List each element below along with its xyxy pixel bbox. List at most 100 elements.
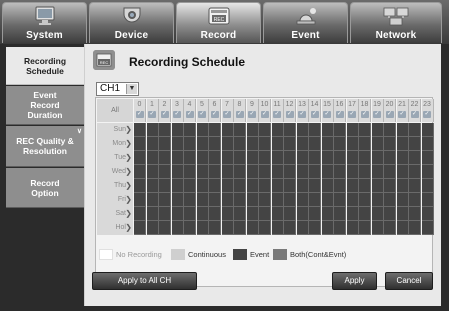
- schedule-cell[interactable]: [321, 165, 334, 179]
- schedule-cell[interactable]: [409, 137, 421, 151]
- schedule-cell[interactable]: [234, 193, 246, 207]
- schedule-cell[interactable]: [159, 179, 171, 193]
- schedule-cell[interactable]: [346, 193, 359, 207]
- schedule-cell[interactable]: [159, 221, 171, 235]
- schedule-cell[interactable]: [371, 179, 384, 193]
- schedule-cell[interactable]: [321, 207, 334, 221]
- hour-header[interactable]: 6 ✓: [209, 99, 221, 122]
- schedule-cell[interactable]: [171, 137, 184, 151]
- hour-header[interactable]: 13 ✓: [296, 99, 309, 122]
- schedule-cell[interactable]: [409, 193, 421, 207]
- schedule-cell[interactable]: [296, 179, 309, 193]
- schedule-cell[interactable]: [396, 137, 409, 151]
- schedule-cell[interactable]: [346, 151, 359, 165]
- tab-system[interactable]: System: [2, 2, 87, 43]
- schedule-cell[interactable]: [159, 137, 171, 151]
- schedule-cell[interactable]: [159, 123, 171, 137]
- schedule-cell[interactable]: [384, 207, 396, 221]
- schedule-cell[interactable]: [421, 137, 434, 151]
- schedule-cell[interactable]: [409, 151, 421, 165]
- schedule-cell[interactable]: [359, 151, 371, 165]
- schedule-cell[interactable]: [296, 151, 309, 165]
- schedule-cell[interactable]: [221, 137, 234, 151]
- schedule-cell[interactable]: [221, 179, 234, 193]
- schedule-cell[interactable]: [221, 221, 234, 235]
- schedule-cell[interactable]: [409, 165, 421, 179]
- hour-header[interactable]: 3 ✓: [171, 99, 184, 122]
- schedule-cell[interactable]: [346, 207, 359, 221]
- select-all-cell[interactable]: All: [97, 99, 133, 122]
- hour-header[interactable]: 16 ✓: [334, 99, 346, 122]
- schedule-cell[interactable]: [246, 137, 259, 151]
- hour-header[interactable]: 12 ✓: [284, 99, 296, 122]
- schedule-cell[interactable]: [334, 165, 346, 179]
- schedule-cell[interactable]: [371, 165, 384, 179]
- hour-header[interactable]: 1 ✓: [146, 99, 159, 122]
- hour-header[interactable]: 21 ✓: [396, 99, 409, 122]
- schedule-cell[interactable]: [309, 193, 321, 207]
- schedule-cell[interactable]: [359, 137, 371, 151]
- schedule-cell[interactable]: [396, 193, 409, 207]
- schedule-cell[interactable]: [371, 123, 384, 137]
- schedule-cell[interactable]: [171, 179, 184, 193]
- schedule-cell[interactable]: [146, 123, 159, 137]
- day-label[interactable]: Wed ❯: [97, 165, 133, 179]
- schedule-cell[interactable]: [259, 221, 271, 235]
- schedule-cell[interactable]: [284, 165, 296, 179]
- schedule-cell[interactable]: [234, 137, 246, 151]
- schedule-cell[interactable]: [296, 137, 309, 151]
- schedule-cell[interactable]: [359, 221, 371, 235]
- schedule-cell[interactable]: [334, 221, 346, 235]
- schedule-cell[interactable]: [171, 151, 184, 165]
- schedule-cell[interactable]: [259, 165, 271, 179]
- schedule-cell[interactable]: [184, 179, 196, 193]
- schedule-cell[interactable]: [421, 193, 434, 207]
- schedule-cell[interactable]: [259, 207, 271, 221]
- day-label[interactable]: Fri ❯: [97, 193, 133, 207]
- schedule-cell[interactable]: [321, 137, 334, 151]
- schedule-cell[interactable]: [221, 193, 234, 207]
- schedule-cell[interactable]: [346, 179, 359, 193]
- schedule-cell[interactable]: [359, 179, 371, 193]
- schedule-cell[interactable]: [284, 123, 296, 137]
- schedule-cell[interactable]: [146, 207, 159, 221]
- schedule-cell[interactable]: [359, 123, 371, 137]
- schedule-cell[interactable]: [296, 207, 309, 221]
- schedule-cell[interactable]: [296, 165, 309, 179]
- schedule-cell[interactable]: [234, 179, 246, 193]
- day-label[interactable]: Sat ❯: [97, 207, 133, 221]
- schedule-cell[interactable]: [384, 221, 396, 235]
- schedule-cell[interactable]: [196, 193, 209, 207]
- schedule-cell[interactable]: [234, 165, 246, 179]
- schedule-cell[interactable]: [159, 165, 171, 179]
- schedule-cell[interactable]: [309, 123, 321, 137]
- schedule-cell[interactable]: [384, 137, 396, 151]
- schedule-cell[interactable]: [409, 207, 421, 221]
- schedule-cell[interactable]: [346, 137, 359, 151]
- schedule-cell[interactable]: [134, 179, 146, 193]
- schedule-cell[interactable]: [196, 151, 209, 165]
- schedule-cell[interactable]: [284, 179, 296, 193]
- schedule-cell[interactable]: [421, 123, 434, 137]
- schedule-cell[interactable]: [221, 165, 234, 179]
- schedule-cell[interactable]: [271, 137, 284, 151]
- apply-to-all-ch-button[interactable]: Apply to All CH: [92, 272, 197, 290]
- schedule-cell[interactable]: [234, 123, 246, 137]
- schedule-cell[interactable]: [334, 193, 346, 207]
- schedule-cell[interactable]: [134, 137, 146, 151]
- schedule-cell[interactable]: [271, 207, 284, 221]
- schedule-cell[interactable]: [309, 221, 321, 235]
- schedule-cell[interactable]: [409, 221, 421, 235]
- schedule-cell[interactable]: [271, 193, 284, 207]
- schedule-cell[interactable]: [171, 221, 184, 235]
- schedule-cell[interactable]: [134, 123, 146, 137]
- schedule-cell[interactable]: [309, 137, 321, 151]
- schedule-cell[interactable]: [396, 151, 409, 165]
- hour-header[interactable]: 17 ✓: [346, 99, 359, 122]
- schedule-cell[interactable]: [196, 207, 209, 221]
- schedule-cell[interactable]: [146, 151, 159, 165]
- sidebar-item-rec-quality[interactable]: ∨ REC Quality & Resolution: [6, 126, 84, 167]
- sidebar-item-recording-schedule[interactable]: Recording Schedule: [6, 47, 84, 85]
- schedule-cell[interactable]: [334, 207, 346, 221]
- schedule-cell[interactable]: [246, 179, 259, 193]
